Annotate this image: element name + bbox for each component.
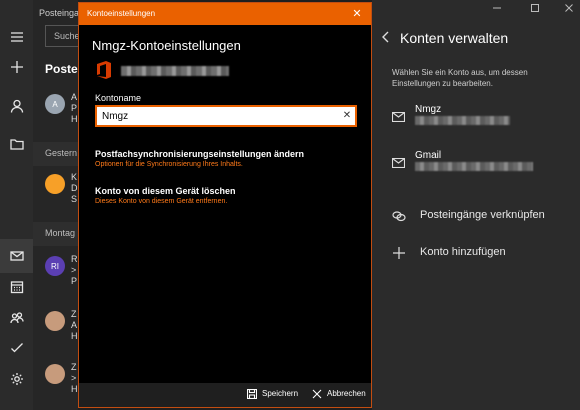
pane-title: Konten verwalten [400,30,509,46]
office-logo-icon [97,61,111,79]
mail-icon [392,112,405,122]
save-button[interactable]: Speichern [247,388,307,402]
account-item-gmail[interactable]: Gmail [392,150,572,184]
new-mail-button[interactable] [0,50,33,84]
list-item[interactable]: Z > H [33,358,78,410]
maximize-icon [531,4,539,12]
mail-list-panel: Posteinga Suche Postei A A P H Gestern K… [33,0,78,410]
people-icon [9,312,24,324]
link-inboxes-button[interactable]: Posteingänge verknüpfen [392,207,572,227]
message-preview: H [71,114,78,124]
account-email-redacted [415,162,533,171]
account-email-redacted [415,116,510,125]
save-label: Speichern [262,389,299,398]
back-button[interactable] [380,30,394,46]
maximize-button[interactable] [528,3,542,17]
account-email-redacted [121,66,229,76]
close-icon [312,389,322,399]
search-input[interactable]: Suche [45,25,78,47]
window-close-button[interactable] [562,3,576,17]
list-item[interactable]: RI R > P [33,250,78,302]
pane-description: Wählen Sie ein Konto aus, um dessen Eins… [392,68,528,88]
avatar: RI [45,256,65,276]
account-name: Nmgz [415,104,442,115]
manage-accounts-pane: Konten verwalten Wählen Sie ein Konto au… [372,0,580,410]
message-preview: S [71,194,78,204]
message-subject: D [71,183,78,193]
link-icon [392,211,406,222]
date-group-header: Gestern [33,142,78,166]
close-icon [565,4,573,12]
delete-account-title[interactable]: Konto von diesem Gerät löschen [95,186,236,196]
window-titlebar [372,0,580,22]
message-preview: P [71,276,78,286]
avatar: A [45,94,65,114]
minimize-button[interactable] [490,3,504,17]
message-sender: K [71,172,78,182]
account-name-field[interactable] [95,105,357,127]
hamburger-menu-button[interactable] [0,20,33,54]
close-icon[interactable]: ✕ [349,6,365,22]
delete-account-subtitle: Dieses Konto von diesem Gerät entfernen. [95,198,228,205]
list-item[interactable]: A A P H [33,88,78,143]
account-name: Gmail [415,150,442,161]
avatar [45,311,65,331]
link-inboxes-label: Posteingänge verknüpfen [420,209,545,221]
sync-settings-title[interactable]: Postfachsynchronisierungseinstellungen ä… [95,149,304,159]
message-preview: H [71,384,78,394]
folder-icon [9,139,24,150]
gear-icon [10,373,23,385]
avatar [45,364,65,384]
message-sender: Z [71,309,77,319]
hamburger-menu-icon [10,32,23,42]
account-settings-dialog: Kontoeinstellungen ✕ Nmgz-Kontoeinstellu… [78,2,372,408]
people-button[interactable] [0,301,33,335]
dialog-title: Kontoeinstellungen [87,9,156,18]
checkmark-icon [10,343,23,353]
calendar-icon [10,281,23,294]
person-icon [10,99,23,113]
message-sender: R [71,254,78,264]
message-sender: A [71,92,78,102]
message-sender: Z [71,362,77,372]
todo-button[interactable] [0,331,33,365]
calendar-button[interactable] [0,270,33,304]
mail-icon [392,158,405,168]
folder-title: Postei [45,62,78,76]
accounts-button[interactable] [0,89,33,123]
dialog-titlebar: Kontoeinstellungen ✕ [79,3,371,25]
dialog-heading: Nmgz-Kontoeinstellungen [92,38,241,53]
message-preview: H [71,331,78,341]
settings-button[interactable] [0,362,33,396]
date-group-header: Montag [33,222,78,246]
list-item[interactable]: Z A H [33,305,78,357]
message-subject: > [71,373,77,383]
clear-icon[interactable]: ✕ [339,108,355,124]
cancel-label: Abbrechen [327,389,366,398]
minimize-icon [493,7,501,9]
add-account-label: Konto hinzufügen [420,246,506,258]
add-account-button[interactable]: Konto hinzufügen [392,244,572,264]
navigation-rail [0,0,33,410]
cancel-button[interactable]: Abbrechen [312,388,370,402]
save-icon [247,389,257,399]
sync-settings-subtitle: Optionen für die Synchronisierung Ihres … [95,161,243,168]
folders-button[interactable] [0,127,33,161]
message-subject: P [71,103,78,113]
plus-icon [10,61,23,73]
mail-button[interactable] [0,239,33,273]
message-subject: A [71,320,78,330]
dialog-footer: Speichern Abbrechen [79,383,371,407]
account-item-nmgz[interactable]: Nmgz [392,104,572,138]
avatar [45,174,65,194]
message-subject: > [71,265,77,275]
back-arrow-icon [382,31,389,43]
mail-icon [9,251,24,261]
plus-icon [393,247,405,259]
account-name-label: Kontoname [95,93,142,103]
list-item[interactable]: K D S [33,168,78,223]
mail-list-title: Posteinga [39,8,78,18]
